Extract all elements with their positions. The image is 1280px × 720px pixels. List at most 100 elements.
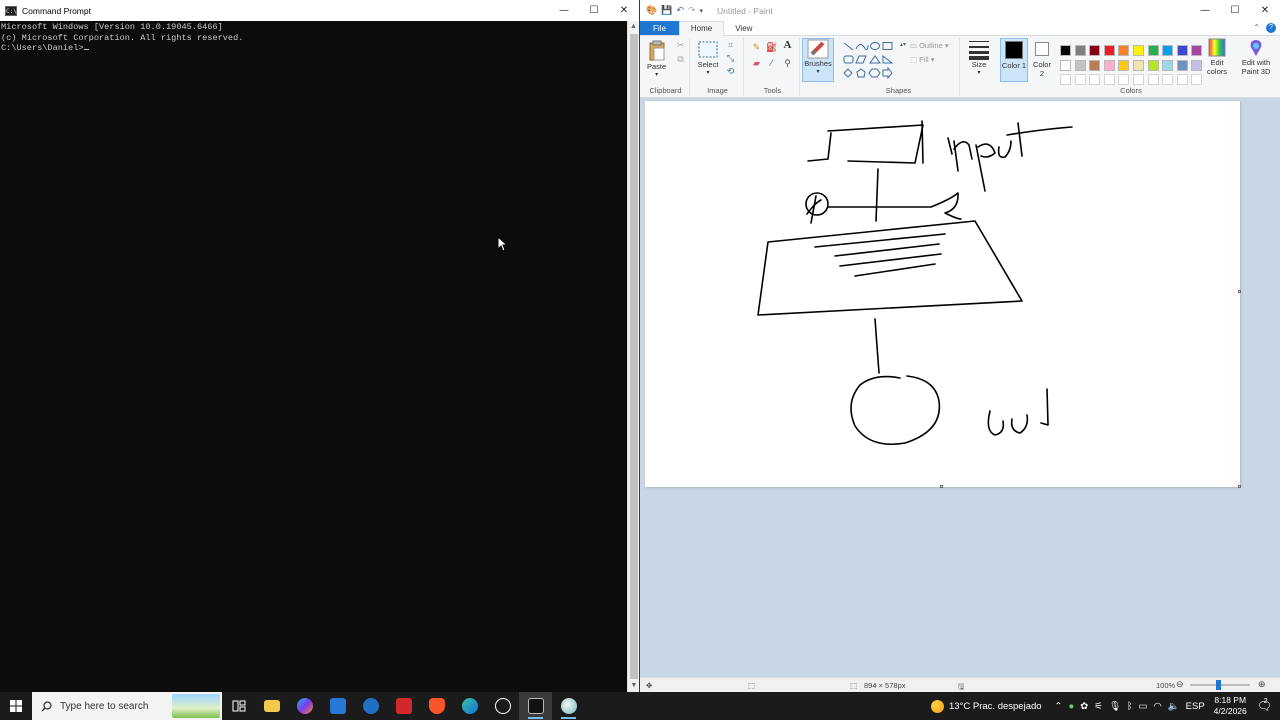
tab-home[interactable]: Home <box>678 21 725 36</box>
fill-bucket-icon[interactable]: ⛽ <box>766 42 777 53</box>
palette-custom-swatch[interactable] <box>1089 74 1101 86</box>
cmd-window[interactable]: C:\ Command Prompt — ☐ ✕ Microsoft Windo… <box>0 0 640 692</box>
palette-color-swatch[interactable] <box>1060 59 1071 71</box>
outline-button[interactable]: ▭ Outline ▾ <box>910 41 949 50</box>
palette-color-swatch[interactable] <box>1089 59 1101 71</box>
palette-custom-swatch[interactable] <box>1103 74 1115 86</box>
paste-button[interactable]: Paste ▾ <box>647 40 666 78</box>
zoom-in-icon[interactable]: ⊕ <box>1258 679 1266 690</box>
text-tool-icon[interactable]: A <box>782 40 793 51</box>
scroll-thumb[interactable] <box>630 34 638 679</box>
palette-color-swatch[interactable] <box>1074 59 1086 71</box>
show-hidden-icons-icon[interactable]: ⌃ <box>1055 701 1063 712</box>
close-icon[interactable]: ✕ <box>1250 0 1280 21</box>
palette-custom-swatch[interactable] <box>1191 74 1203 86</box>
start-button[interactable] <box>0 692 32 720</box>
palette-color-swatch[interactable] <box>1147 59 1159 71</box>
palette-custom-swatch[interactable] <box>1176 74 1188 86</box>
resize-handle-bottom[interactable] <box>940 485 943 488</box>
palette-custom-swatch[interactable] <box>1118 74 1130 86</box>
edit-colors-button[interactable]: Edit colors <box>1204 38 1230 76</box>
resize-icon[interactable]: ⤡ <box>725 53 736 64</box>
palette-color-swatch[interactable] <box>1133 45 1144 56</box>
weather-widget[interactable]: 13°C Prac. despejado <box>928 699 1045 713</box>
taskbar-copilot[interactable] <box>288 692 321 720</box>
color-picker-icon[interactable]: ⁄ <box>766 58 777 69</box>
app-tray-icon[interactable]: ✿ <box>1080 701 1088 712</box>
display-icon[interactable]: ▭ <box>1139 701 1148 712</box>
pencil-icon[interactable]: ✎ <box>751 42 762 53</box>
maximize-icon[interactable]: ☐ <box>1220 0 1250 21</box>
paint-canvas[interactable] <box>645 101 1241 488</box>
taskbar-search-box[interactable]: Type here to search <box>32 692 222 720</box>
magnifier-icon[interactable]: ⚲ <box>782 58 793 69</box>
scroll-down-icon[interactable]: ▼ <box>628 680 640 692</box>
palette-custom-swatch[interactable] <box>1133 74 1144 86</box>
resize-handle-right[interactable] <box>1238 290 1241 293</box>
save-icon[interactable]: 💾 <box>661 5 672 16</box>
crop-icon[interactable]: ⌗ <box>725 40 736 51</box>
taskbar-chatgpt[interactable] <box>486 692 519 720</box>
palette-color-swatch[interactable] <box>1162 59 1174 71</box>
palette-color-swatch[interactable] <box>1103 45 1115 56</box>
palette-color-swatch[interactable] <box>1191 59 1203 71</box>
cmd-console-output[interactable]: Microsoft Windows [Version 10.0.19045.64… <box>0 21 627 692</box>
minimize-icon[interactable]: — <box>1190 0 1220 21</box>
taskbar-mail[interactable] <box>354 692 387 720</box>
redo-icon[interactable]: ↷ <box>688 5 696 16</box>
palette-custom-swatch[interactable] <box>1147 74 1159 86</box>
nvidia-icon[interactable]: ● <box>1069 701 1075 712</box>
notification-center-button[interactable]: 🗨 2 <box>1253 698 1280 713</box>
taskbar-paint[interactable] <box>552 692 585 720</box>
palette-custom-swatch[interactable] <box>1162 74 1174 86</box>
size-button[interactable]: Size ▾ <box>966 38 992 76</box>
bluetooth-icon[interactable]: ᛒ <box>1127 701 1133 712</box>
minimize-icon[interactable]: — <box>549 0 579 21</box>
help-icon[interactable]: ? <box>1266 23 1276 33</box>
paint-window[interactable]: 🎨 💾 ↶ ↷ ▾ Untitled - Paint — ☐ ✕ File Ho… <box>640 0 1280 692</box>
zoom-out-icon[interactable]: ⊖ <box>1176 679 1184 690</box>
undo-icon[interactable]: ↶ <box>676 5 684 16</box>
clock[interactable]: 8:18 PM 4/2/2026 <box>1208 695 1253 717</box>
color2-button[interactable]: Color 2 <box>1030 38 1054 82</box>
scroll-up-icon[interactable]: ▲ <box>628 21 639 33</box>
taskbar-brave[interactable] <box>420 692 453 720</box>
select-button[interactable]: Select ▾ <box>697 40 719 76</box>
paint-workspace[interactable] <box>640 99 1280 677</box>
taskbar-command-prompt[interactable] <box>519 692 552 720</box>
brushes-button[interactable]: Brushes ▾ <box>802 38 834 82</box>
maximize-icon[interactable]: ☐ <box>579 0 609 21</box>
palette-color-swatch[interactable] <box>1074 45 1086 56</box>
palette-color-swatch[interactable] <box>1089 45 1101 56</box>
taskbar-edge[interactable] <box>453 692 486 720</box>
palette-custom-swatch[interactable] <box>1060 74 1071 86</box>
fill-button[interactable]: ⬚ Fill ▾ <box>910 55 934 64</box>
taskbar-file-explorer[interactable] <box>255 692 288 720</box>
volume-icon[interactable]: 🔈 <box>1168 701 1180 712</box>
palette-color-swatch[interactable] <box>1060 45 1071 56</box>
color1-button[interactable]: Color 1 <box>1000 38 1028 82</box>
palette-color-swatch[interactable] <box>1147 45 1159 56</box>
resize-handle-corner[interactable] <box>1238 485 1241 488</box>
edit-paint3d-button[interactable]: Edit with Paint 3D <box>1236 38 1276 76</box>
copy-icon[interactable]: ⧉ <box>675 54 686 65</box>
taskbar-acrobat[interactable] <box>387 692 420 720</box>
palette-color-swatch[interactable] <box>1191 45 1203 56</box>
shapes-scroll-icon[interactable]: ▴▾ <box>900 41 906 48</box>
eraser-icon[interactable]: ▰ <box>751 58 762 69</box>
paint-titlebar[interactable]: 🎨 💾 ↶ ↷ ▾ Untitled - Paint — ☐ ✕ <box>640 0 1280 21</box>
cut-icon[interactable]: ✂ <box>675 40 686 51</box>
palette-color-swatch[interactable] <box>1118 45 1130 56</box>
cmd-titlebar[interactable]: C:\ Command Prompt — ☐ ✕ <box>0 0 639 21</box>
task-view-button[interactable] <box>222 692 255 720</box>
language-indicator[interactable]: ESP <box>1186 701 1205 712</box>
zoom-slider-thumb[interactable] <box>1216 680 1221 690</box>
rotate-icon[interactable]: ⟲ <box>725 66 736 77</box>
palette-color-swatch[interactable] <box>1176 59 1188 71</box>
shapes-gallery[interactable] <box>842 41 908 81</box>
palette-color-swatch[interactable] <box>1133 59 1144 71</box>
tab-file[interactable]: File <box>640 21 679 35</box>
palette-color-swatch[interactable] <box>1176 45 1188 56</box>
palette-color-swatch[interactable] <box>1162 45 1174 56</box>
palette-color-swatch[interactable] <box>1118 59 1130 71</box>
